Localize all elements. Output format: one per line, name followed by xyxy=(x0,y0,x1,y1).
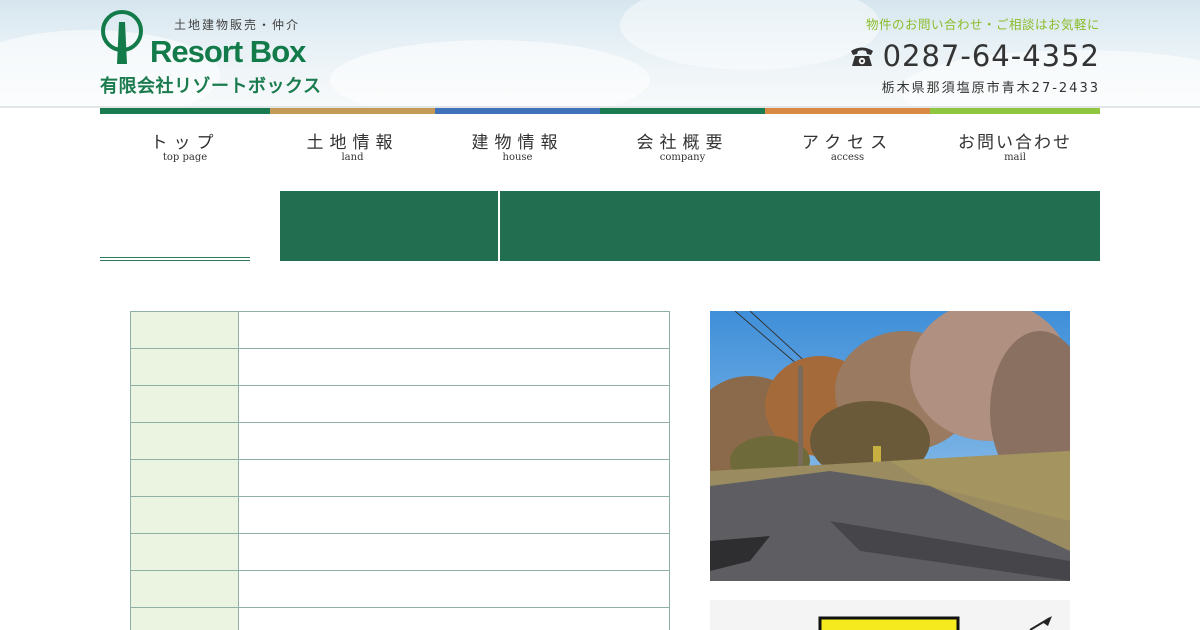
logo-brand-name: Resort Box xyxy=(150,34,306,69)
table-value-cell xyxy=(238,570,670,608)
table-value-cell xyxy=(238,533,670,571)
nav-color-bar xyxy=(930,108,1100,114)
contact-lead-text: 物件のお問い合わせ・ご相談はお気軽に xyxy=(865,17,1100,32)
phone-row: 0287-64-4352 xyxy=(840,39,1100,73)
nav-label-jp: お問い合わせ xyxy=(958,133,1072,153)
table-key-cell xyxy=(130,459,239,497)
nav-label-jp: 会社概要 xyxy=(636,133,729,153)
property-photo-image xyxy=(710,311,1070,581)
table-value-cell xyxy=(238,496,670,534)
nav-item-contact[interactable]: お問い合わせ mail xyxy=(930,108,1100,170)
table-key-cell xyxy=(130,607,239,630)
table-row xyxy=(130,607,670,630)
table-key-cell xyxy=(130,533,239,571)
table-key-cell xyxy=(130,422,239,460)
table-row xyxy=(130,570,670,608)
nav-item-access[interactable]: アクセス access xyxy=(765,108,930,170)
header-cloud xyxy=(330,40,650,108)
table-row xyxy=(130,348,670,386)
table-key-cell xyxy=(130,348,239,386)
table-key-cell xyxy=(130,570,239,608)
nav-item-house[interactable]: 建物情報 house xyxy=(435,108,600,170)
telephone-icon xyxy=(850,47,873,66)
logo-tagline: 土地建物販売・仲介 xyxy=(174,18,301,32)
nav-color-bar xyxy=(765,108,930,114)
table-value-cell xyxy=(238,422,670,460)
contact-info: 物件のお問い合わせ・ご相談はお気軽に 0287-64-4352 栃木県那須塩原市… xyxy=(840,14,1100,96)
table-row xyxy=(130,533,670,571)
property-banner-left xyxy=(280,191,498,261)
table-value-cell xyxy=(238,459,670,497)
table-row xyxy=(130,385,670,423)
table-row xyxy=(130,459,670,497)
nav-color-bar xyxy=(435,108,600,114)
site-header: 土地建物販売・仲介 Resort Box 有限会社リゾートボックス 物件のお問い… xyxy=(0,0,1200,108)
heading-underline xyxy=(100,257,250,258)
nav-item-land[interactable]: 土地情報 land xyxy=(270,108,435,170)
nav-label-en: access xyxy=(830,152,865,163)
nav-label-jp: トップ xyxy=(150,133,220,153)
table-key-cell xyxy=(130,385,239,423)
nav-item-company[interactable]: 会社概要 company xyxy=(600,108,765,170)
table-value-cell xyxy=(238,311,670,349)
nav-label-en: company xyxy=(659,152,706,163)
nav-label-en: land xyxy=(341,152,364,163)
phone-number[interactable]: 0287-64-4352 xyxy=(883,39,1100,73)
nav-color-bar xyxy=(600,108,765,114)
heading-underline xyxy=(100,260,250,261)
global-navigation: トップ top page 土地情報 land 建物情報 house 会社概要 c… xyxy=(100,108,1100,170)
nav-item-top[interactable]: トップ top page xyxy=(100,108,270,170)
nav-label-en: house xyxy=(502,152,533,163)
property-spec-table xyxy=(130,311,670,630)
company-address: 栃木県那須塩原市青木27-2433 xyxy=(881,81,1100,96)
nav-label-jp: 土地情報 xyxy=(306,133,399,153)
site-logo[interactable]: 土地建物販売・仲介 Resort Box 有限会社リゾートボックス xyxy=(100,8,330,98)
table-row xyxy=(130,422,670,460)
tree-logo-icon xyxy=(101,10,143,64)
nav-label-jp: アクセス xyxy=(801,133,894,153)
table-value-cell xyxy=(238,385,670,423)
logo-company-name: 有限会社リゾートボックス xyxy=(100,76,322,97)
property-banner-right xyxy=(500,191,1100,261)
nav-color-bar xyxy=(100,108,270,114)
nav-label-en: mail xyxy=(1004,152,1026,163)
table-key-cell xyxy=(130,496,239,534)
table-value-cell xyxy=(238,348,670,386)
table-row xyxy=(130,311,670,349)
property-photo[interactable] xyxy=(710,311,1070,581)
table-row xyxy=(130,496,670,534)
nav-label-en: top page xyxy=(162,152,208,163)
table-key-cell xyxy=(130,311,239,349)
nav-color-bar xyxy=(270,108,435,114)
table-value-cell xyxy=(238,607,670,630)
nav-label-jp: 建物情報 xyxy=(471,133,564,153)
property-map[interactable] xyxy=(710,600,1070,630)
map-image xyxy=(818,616,1052,630)
